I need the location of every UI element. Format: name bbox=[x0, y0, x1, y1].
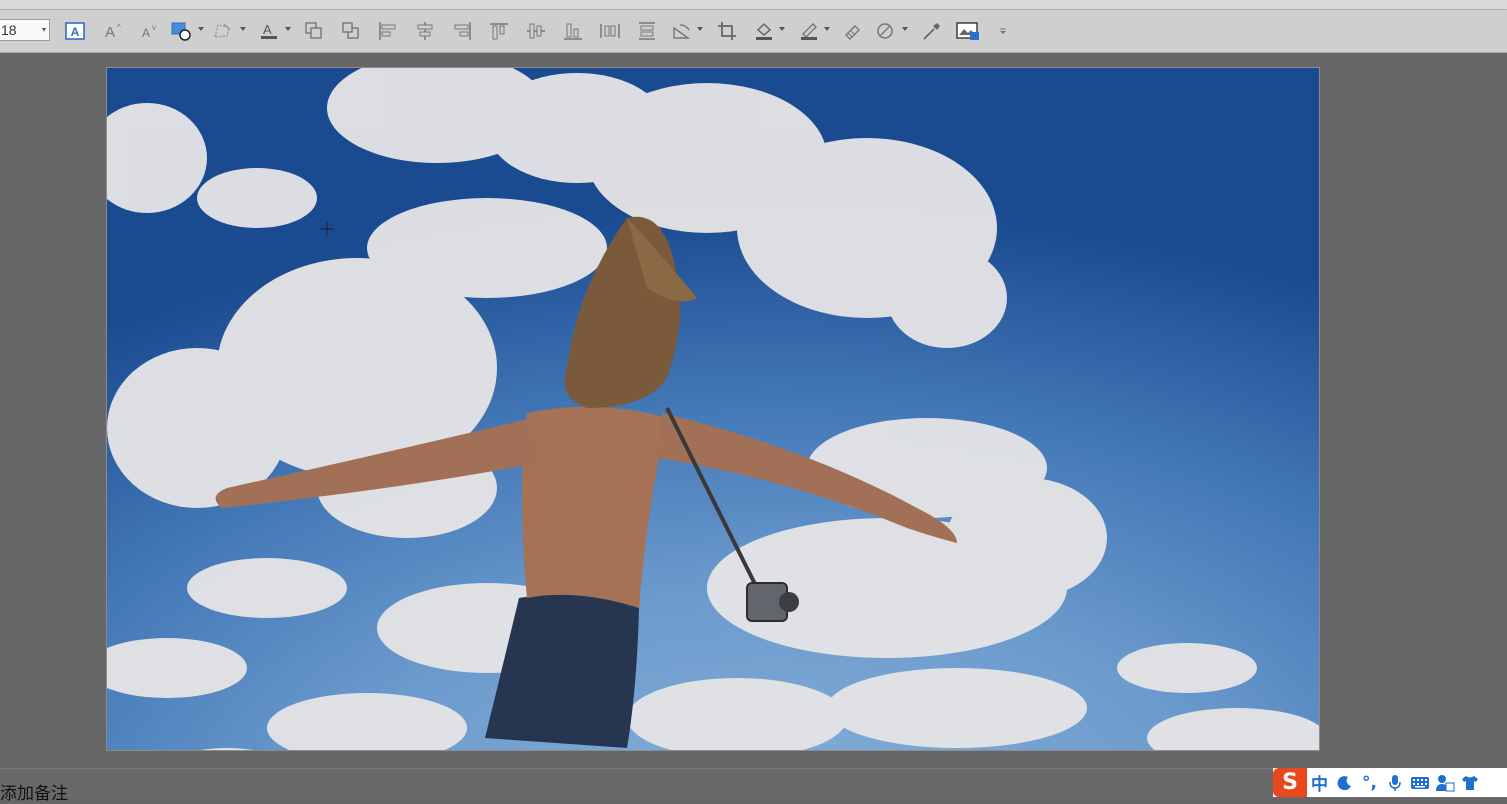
microphone-icon[interactable] bbox=[1382, 768, 1407, 797]
distribute-horizontally-icon[interactable] bbox=[597, 18, 623, 44]
svg-text:v: v bbox=[152, 23, 156, 32]
svg-text:A: A bbox=[71, 25, 80, 39]
eyedropper-icon[interactable] bbox=[918, 18, 944, 44]
decrease-font-size-icon[interactable]: Av bbox=[137, 18, 163, 44]
crosshair-cursor-icon bbox=[320, 222, 334, 236]
skin-shirt-icon[interactable] bbox=[1457, 768, 1482, 797]
notes-placeholder[interactable]: 添加备注 bbox=[0, 779, 68, 804]
ime-mode-toggle[interactable]: 中 bbox=[1307, 768, 1332, 797]
chevron-down-icon[interactable]: ▾ bbox=[42, 20, 46, 40]
slide-canvas bbox=[0, 53, 1507, 767]
svg-text:A: A bbox=[105, 24, 115, 40]
svg-text:A: A bbox=[263, 22, 272, 37]
increase-font-size-icon[interactable]: A ^ bbox=[101, 18, 127, 44]
user-tools-icon[interactable] bbox=[1432, 768, 1457, 797]
align-bottom-icon[interactable] bbox=[560, 18, 586, 44]
ime-punctuation-toggle[interactable]: °, bbox=[1357, 768, 1382, 797]
font-size-input[interactable]: 18 ▾ bbox=[0, 19, 50, 41]
font-color-icon[interactable]: A bbox=[256, 18, 282, 44]
shape-effects-icon[interactable] bbox=[872, 18, 898, 44]
send-backward-icon[interactable] bbox=[338, 18, 364, 44]
ime-toolbar: S 中 °, bbox=[1273, 768, 1507, 797]
slide-photo[interactable] bbox=[106, 67, 1320, 751]
svg-text:A: A bbox=[142, 26, 150, 40]
align-middle-icon[interactable] bbox=[523, 18, 549, 44]
moon-icon[interactable] bbox=[1332, 768, 1357, 797]
keyboard-icon[interactable] bbox=[1407, 768, 1432, 797]
align-left-icon[interactable] bbox=[375, 18, 401, 44]
edit-shape-icon[interactable] bbox=[210, 18, 236, 44]
font-size-value: 18 bbox=[1, 22, 17, 38]
text-box-icon[interactable]: A bbox=[62, 18, 88, 44]
distribute-vertically-icon[interactable] bbox=[634, 18, 660, 44]
change-picture-icon[interactable] bbox=[955, 18, 981, 44]
format-painter-icon[interactable] bbox=[840, 18, 866, 44]
align-right-icon[interactable] bbox=[449, 18, 475, 44]
bring-forward-icon[interactable] bbox=[301, 18, 327, 44]
ribbon-tab-strip bbox=[0, 0, 1507, 10]
crop-icon[interactable] bbox=[714, 18, 740, 44]
photo-illustration bbox=[107, 68, 1319, 750]
outline-color-icon[interactable] bbox=[796, 18, 822, 44]
ime-logo[interactable]: S bbox=[1273, 768, 1307, 797]
more-options-icon[interactable] bbox=[990, 18, 1016, 44]
svg-text:^: ^ bbox=[117, 23, 121, 32]
format-toolbar: 18 ▾ A A ^ Av A bbox=[0, 10, 1507, 53]
align-center-icon[interactable] bbox=[412, 18, 438, 44]
rotate-icon[interactable] bbox=[669, 18, 695, 44]
shape-fill-icon[interactable] bbox=[168, 18, 194, 44]
align-top-icon[interactable] bbox=[486, 18, 512, 44]
fill-color-icon[interactable] bbox=[751, 18, 777, 44]
